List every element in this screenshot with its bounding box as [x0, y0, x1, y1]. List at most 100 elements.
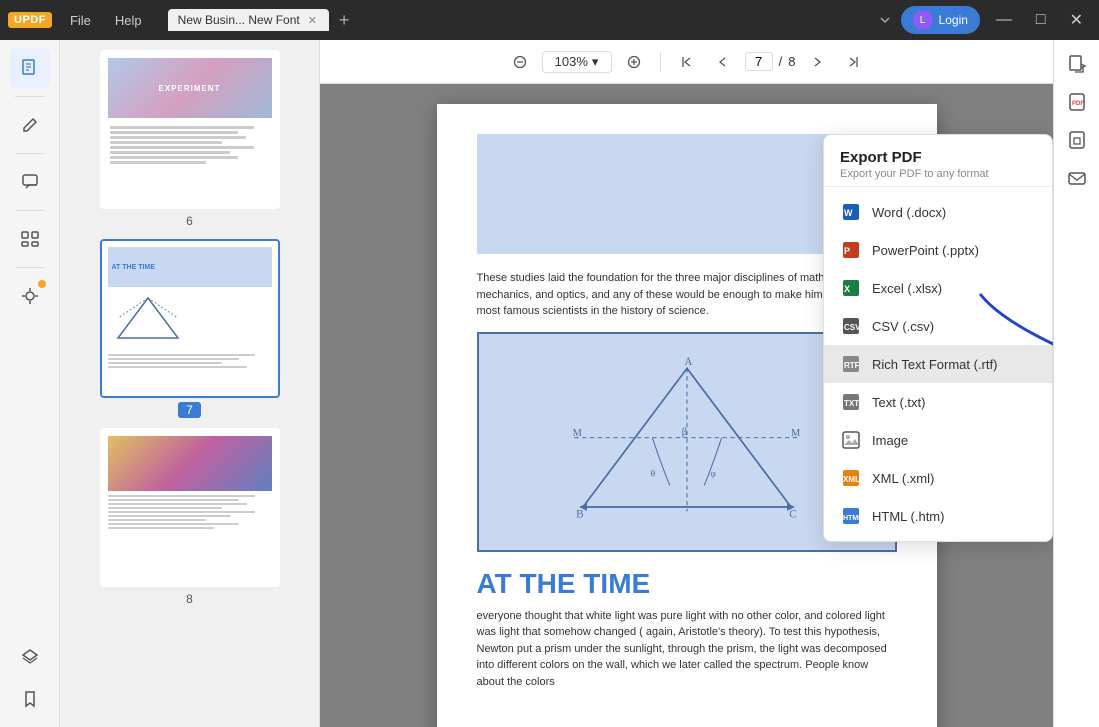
sidebar-icon-organize[interactable] [10, 219, 50, 259]
sidebar-icon-bookmark[interactable] [10, 679, 50, 719]
right-icon-pdf[interactable]: PDF [1061, 86, 1093, 118]
right-icon-export[interactable] [1061, 48, 1093, 80]
export-item-excel[interactable]: X Excel (.xlsx) [824, 269, 1052, 307]
export-panel-header: Export PDF Export your PDF to any format [824, 135, 1052, 187]
maximize-button[interactable]: □ [1028, 9, 1054, 31]
export-item-html[interactable]: HTML HTML (.htm) [824, 497, 1052, 535]
minus-icon [513, 55, 527, 69]
txt-icon: TXT [840, 391, 862, 413]
tab-document[interactable]: New Busin... New Font ✕ [168, 9, 329, 31]
right-toolbar: PDF [1053, 40, 1099, 727]
mail-icon [1067, 168, 1087, 188]
svg-text:M: M [572, 427, 581, 438]
last-page-button[interactable] [839, 48, 867, 76]
last-page-icon [846, 55, 860, 69]
menu-help[interactable]: Help [105, 9, 152, 32]
export-item-csv[interactable]: CSV CSV (.csv) [824, 307, 1052, 345]
first-page-button[interactable] [673, 48, 701, 76]
divider-1 [15, 96, 45, 97]
export-list: W Word (.docx) P PowerPoint (.pptx) X [824, 187, 1052, 541]
page-body-text2: everyone thought that white light was pu… [477, 608, 897, 691]
thumb-number-7: 7 [178, 402, 201, 418]
menu-bar: File Help [60, 9, 152, 32]
next-page-button[interactable] [803, 48, 831, 76]
thumb-number-6: 6 [178, 213, 201, 229]
thumb-frame-6: EXPERIMENT [100, 50, 280, 209]
page-input[interactable] [745, 52, 773, 71]
tab-add-button[interactable]: + [333, 10, 356, 31]
first-page-icon [680, 55, 694, 69]
export-item-ppt-label: PowerPoint (.pptx) [872, 243, 979, 258]
thumb-frame-7: AT THE TIME [100, 239, 280, 398]
svg-text:φ: φ [710, 469, 716, 479]
thumb7-text-lines [108, 354, 272, 368]
prev-page-button[interactable] [709, 48, 737, 76]
svg-text:X: X [844, 284, 850, 294]
pdf-viewport[interactable]: These studies laid the foundation for th… [320, 84, 1053, 727]
bookmark-icon [20, 689, 40, 709]
export-panel-title: Export PDF [840, 149, 1036, 166]
svg-text:θ: θ [650, 469, 655, 479]
svg-text:C: C [789, 508, 797, 520]
zoom-out-button[interactable] [506, 48, 534, 76]
plus-icon [627, 55, 641, 69]
toolbar-divider-1 [660, 52, 661, 72]
export-item-html-label: HTML (.htm) [872, 509, 944, 524]
login-button[interactable]: L Login [901, 6, 980, 34]
export-item-txt[interactable]: TXT Text (.txt) [824, 383, 1052, 421]
thumb6-header: EXPERIMENT [108, 58, 272, 118]
thumbnail-page-7[interactable]: AT THE TIME 7 [90, 239, 290, 418]
sidebar-icon-comment[interactable] [10, 162, 50, 202]
excel-icon: X [840, 277, 862, 299]
export-item-excel-label: Excel (.xlsx) [872, 281, 942, 296]
thumbnail-page-8[interactable]: 8 [90, 428, 290, 607]
page-navigation: / 8 [745, 52, 796, 71]
app-logo: UPDF [8, 12, 52, 28]
thumb8-lines [108, 495, 272, 529]
export-item-xml-label: XML (.xml) [872, 471, 934, 486]
right-icon-protect[interactable] [1061, 124, 1093, 156]
tab-close-button[interactable]: ✕ [306, 14, 319, 27]
zoom-display[interactable]: 103% ▾ [542, 51, 612, 73]
sidebar-icon-document[interactable] [10, 48, 50, 88]
right-icon-mail[interactable] [1061, 162, 1093, 194]
export-item-csv-label: CSV (.csv) [872, 319, 934, 334]
page-heading: AT THE TIME [477, 568, 897, 600]
export-item-word[interactable]: W Word (.docx) [824, 193, 1052, 231]
sidebar-icon-tools[interactable] [10, 276, 50, 316]
export-item-ppt[interactable]: P PowerPoint (.pptx) [824, 231, 1052, 269]
export-panel: Export PDF Export your PDF to any format… [823, 134, 1053, 542]
content-area: 103% ▾ / 8 [320, 40, 1053, 727]
chevron-down-icon[interactable] [877, 12, 893, 28]
login-label: Login [939, 13, 968, 27]
divider-4 [15, 267, 45, 268]
export-item-rtf[interactable]: RTF Rich Text Format (.rtf) [824, 345, 1052, 383]
thumbnail-panel: EXPERIMENT [60, 40, 320, 727]
thumb7-title-text: AT THE TIME [112, 264, 155, 271]
title-bar-right: L Login — □ ✕ [877, 6, 1091, 34]
sidebar-icon-edit[interactable] [10, 105, 50, 145]
html-icon: HTML [840, 505, 862, 527]
avatar: L [913, 10, 933, 30]
thumb-frame-8 [100, 428, 280, 587]
thumb8-header [108, 436, 272, 491]
sidebar-icon-layers[interactable] [10, 635, 50, 675]
thumbnail-page-6[interactable]: EXPERIMENT [90, 50, 290, 229]
thumb-number-8: 8 [178, 591, 201, 607]
pdf-icon: PDF [1067, 92, 1087, 112]
minimize-button[interactable]: — [988, 9, 1020, 31]
thumb-content-7: AT THE TIME [102, 241, 278, 396]
zoom-in-button[interactable] [620, 48, 648, 76]
menu-file[interactable]: File [60, 9, 101, 32]
export-panel-subtitle: Export your PDF to any format [840, 168, 1036, 180]
comment-icon [20, 172, 40, 192]
main-area: EXPERIMENT [0, 40, 1099, 727]
divider-2 [15, 153, 45, 154]
export-item-image[interactable]: Image [824, 421, 1052, 459]
export-item-xml[interactable]: XML XML (.xml) [824, 459, 1052, 497]
thumb-content-8 [102, 430, 278, 585]
ppt-icon: P [840, 239, 862, 261]
close-button[interactable]: ✕ [1062, 8, 1091, 32]
badge [38, 280, 46, 288]
csv-icon: CSV [840, 315, 862, 337]
